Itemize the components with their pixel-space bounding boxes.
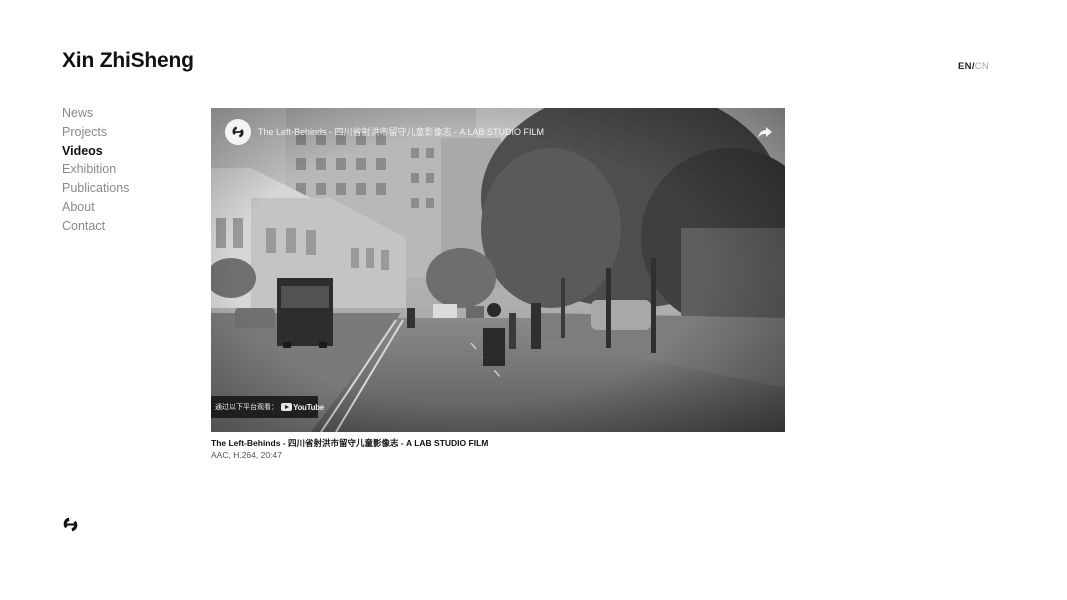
video-caption-meta: AAC, H.264, 20:47 bbox=[211, 450, 282, 460]
site-title[interactable]: Xin ZhiSheng bbox=[62, 49, 194, 73]
share-arrow-icon[interactable] bbox=[757, 124, 773, 140]
nav-item-videos[interactable]: Videos bbox=[62, 142, 129, 161]
nav-item-publications[interactable]: Publications bbox=[62, 179, 129, 198]
main-nav: News Projects Videos Exhibition Publicat… bbox=[62, 104, 129, 236]
video-player-title[interactable]: The Left-Behinds - 四川省射洪市留守儿童影像志 - A LAB… bbox=[258, 125, 544, 138]
video-caption-title: The Left-Behinds - 四川省射洪市留守儿童影像志 - A LAB… bbox=[211, 438, 489, 448]
language-switcher: EN/CN bbox=[958, 61, 989, 72]
youtube-play-icon bbox=[281, 403, 292, 411]
lang-en-link[interactable]: EN bbox=[958, 61, 972, 72]
nav-item-projects[interactable]: Projects bbox=[62, 123, 129, 142]
watch-on-youtube-button[interactable]: 通过以下平台观看： YouTube bbox=[211, 396, 324, 418]
video-player[interactable]: The Left-Behinds - 四川省射洪市留守儿童影像志 - A LAB… bbox=[211, 108, 785, 432]
nav-item-contact[interactable]: Contact bbox=[62, 217, 129, 236]
youtube-badge: YouTube bbox=[281, 403, 324, 412]
lang-cn-link[interactable]: CN bbox=[975, 61, 989, 72]
youtube-brand-text: YouTube bbox=[293, 402, 324, 412]
video-thumbnail bbox=[211, 108, 785, 432]
lab-studio-logo-icon[interactable] bbox=[62, 516, 79, 533]
nav-item-news[interactable]: News bbox=[62, 104, 129, 123]
lab-studio-logo-icon[interactable] bbox=[225, 119, 251, 145]
watch-on-label: 通过以下平台观看： bbox=[215, 404, 278, 411]
nav-item-about[interactable]: About bbox=[62, 198, 129, 217]
nav-item-exhibition[interactable]: Exhibition bbox=[62, 160, 129, 179]
